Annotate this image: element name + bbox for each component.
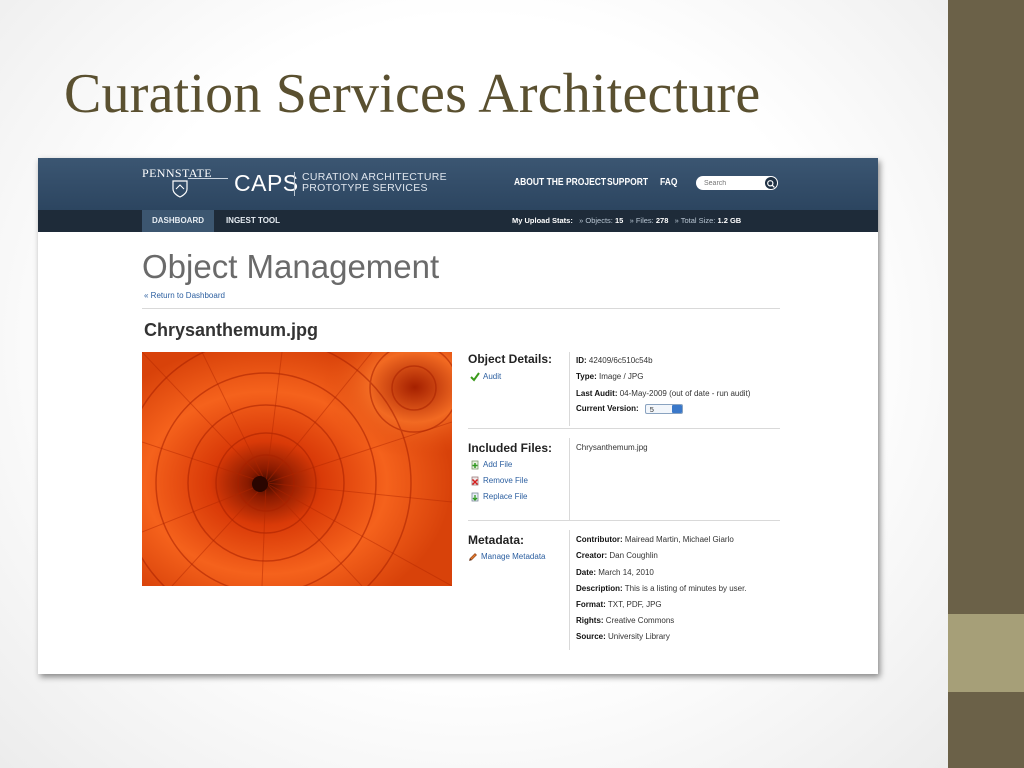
nav-about-the-project[interactable]: ABOUT THE PROJECT <box>514 177 606 188</box>
search-input[interactable] <box>704 177 762 189</box>
flower-image <box>142 352 452 586</box>
search-button[interactable] <box>765 177 777 189</box>
replace-file-icon <box>471 492 479 502</box>
size-label: » Total Size: <box>674 216 716 225</box>
add-file-label: Add File <box>483 460 513 470</box>
last-audit: Last Audit: 04-May-2009 (out of date - r… <box>576 389 750 398</box>
app-screenshot: PENNSTATE CAPS CURATION ARCHITECTURE PRO… <box>38 158 878 674</box>
header-divider <box>142 308 780 309</box>
add-file-link[interactable]: Add File <box>470 460 512 470</box>
files-count: 278 <box>655 216 669 225</box>
tab-dashboard[interactable]: DASHBOARD <box>142 210 214 232</box>
manage-metadata-link[interactable]: Manage Metadata <box>468 552 546 562</box>
pencil-icon <box>469 553 477 561</box>
app-header: PENNSTATE CAPS CURATION ARCHITECTURE PRO… <box>38 158 878 210</box>
version-label: Current Version: <box>576 404 639 414</box>
object-preview-image[interactable] <box>142 352 452 586</box>
shield-icon <box>172 180 188 198</box>
audit-label: Audit <box>483 372 502 382</box>
type-label: Type: <box>576 372 597 381</box>
section-divider-1 <box>468 428 780 429</box>
metadata-field-label: Date: <box>576 568 597 577</box>
metadata-creator: Creator: Dan Coughlin <box>576 551 658 560</box>
object-id: ID: 42409/6c510c54b <box>576 356 653 365</box>
nav-support[interactable]: SUPPORT <box>607 177 648 188</box>
tab-ingest-tool[interactable]: INGEST TOOL <box>220 210 286 232</box>
audit-value: 04-May-2009 (out of date - run audit) <box>619 389 751 398</box>
metadata-date: Date: March 14, 2010 <box>576 568 654 577</box>
objects-label: » Objects: <box>579 216 613 225</box>
metadata-field-value: TXT, PDF, JPG <box>607 600 662 609</box>
page-title: Object Management <box>142 248 440 285</box>
metadata-field-label: Creator: <box>576 551 608 560</box>
add-file-icon <box>471 460 479 470</box>
metadata-field-label: Format: <box>576 600 606 609</box>
chevron-updown-icon <box>671 405 682 413</box>
slide-title: Curation Services Architecture <box>64 63 761 125</box>
metadata-rights: Rights: Creative Commons <box>576 616 674 625</box>
id-value: 42409/6c510c54b <box>588 356 653 365</box>
metadata-field-value: This is a listing of minutes by user. <box>624 584 747 593</box>
metadata-format: Format: TXT, PDF, JPG <box>576 600 662 609</box>
brand-rule <box>188 178 228 179</box>
metadata-source: Source: University Library <box>576 632 670 641</box>
metadata-field-value: Mairead Martin, Michael Giarlo <box>624 535 734 544</box>
metadata-divider <box>569 530 570 650</box>
metadata-field-label: Description: <box>576 584 623 593</box>
audit-link[interactable]: Audit <box>470 372 501 382</box>
check-icon <box>470 372 480 382</box>
sub-navigation: DASHBOARD INGEST TOOL My Upload Stats: »… <box>38 210 878 232</box>
upload-stats-label: My Upload Stats: <box>512 216 573 225</box>
replace-file-link[interactable]: Replace File <box>470 492 527 502</box>
objects-count: 15 <box>614 216 624 225</box>
remove-file-icon <box>471 476 479 486</box>
files-label: » Files: <box>629 216 654 225</box>
metadata-field-label: Rights: <box>576 616 604 625</box>
side-bar-accent <box>948 614 1024 692</box>
object-details-heading: Object Details: <box>468 352 553 366</box>
details-divider <box>569 352 570 426</box>
metadata-field-value: Creative Commons <box>605 616 675 625</box>
id-label: ID: <box>576 356 587 365</box>
metadata-description: Description: This is a listing of minute… <box>576 584 747 593</box>
audit-field-label: Last Audit: <box>576 389 618 398</box>
section-divider-2 <box>468 520 780 521</box>
metadata-heading: Metadata: <box>468 533 525 547</box>
remove-file-label: Remove File <box>483 476 528 486</box>
manage-metadata-label: Manage Metadata <box>481 552 546 562</box>
metadata-field-value: March 14, 2010 <box>598 568 654 577</box>
search-icon <box>767 180 775 188</box>
metadata-field-value: Dan Coughlin <box>609 551 658 560</box>
current-version: Current Version: 5 <box>576 404 683 414</box>
search-box <box>696 176 778 190</box>
type-value: Image / JPG <box>598 372 644 381</box>
total-size: 1.2 GB <box>717 216 742 225</box>
pennstate-logo[interactable]: PENNSTATE <box>142 166 228 198</box>
upload-stats: My Upload Stats: » Objects: 15 » Files: … <box>512 210 741 232</box>
version-value: 5 <box>649 405 654 414</box>
remove-file-link[interactable]: Remove File <box>470 476 528 486</box>
replace-file-label: Replace File <box>483 492 528 502</box>
return-to-dashboard-link[interactable]: « Return to Dashboard <box>144 291 225 300</box>
files-divider <box>569 438 570 520</box>
logo-divider <box>294 172 295 196</box>
metadata-field-label: Contributor: <box>576 535 623 544</box>
included-file-item[interactable]: Chrysanthemum.jpg <box>576 443 648 452</box>
caps-logo[interactable]: CAPS <box>234 170 299 197</box>
caps-subtitle: CURATION ARCHITECTURE PROTOTYPE SERVICES <box>302 172 447 194</box>
metadata-field-value: University Library <box>608 632 670 641</box>
included-files-heading: Included Files: <box>468 441 553 455</box>
slide-side-bar <box>948 0 1024 768</box>
caps-subtitle-line-2: PROTOTYPE SERVICES <box>302 182 428 194</box>
version-select[interactable]: 5 <box>644 404 683 414</box>
metadata-field-label: Source: <box>576 632 606 641</box>
metadata-contributor: Contributor: Mairead Martin, Michael Gia… <box>576 535 734 544</box>
file-name-heading: Chrysanthemum.jpg <box>144 320 319 340</box>
nav-faq[interactable]: FAQ <box>660 177 677 188</box>
object-type: Type: Image / JPG <box>576 372 643 381</box>
